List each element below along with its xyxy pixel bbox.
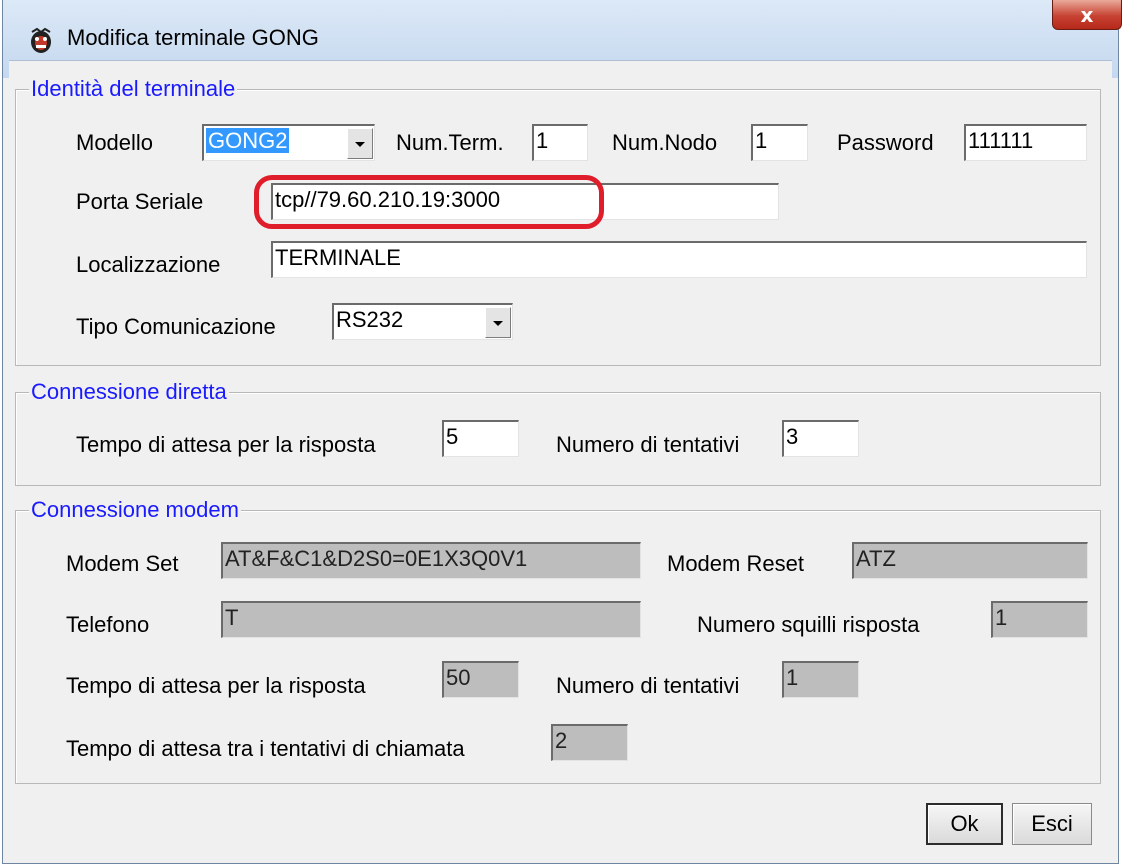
ok-button[interactable]: Ok [926, 803, 1003, 845]
comm-type-label: Tipo Comunicazione [76, 314, 276, 339]
modem-set-label: Modem Set [66, 551, 179, 576]
num-term-field[interactable]: 1 [532, 124, 588, 161]
model-label: Modello [76, 130, 154, 155]
location-label: Localizzazione [76, 252, 221, 277]
modem-reset-field[interactable]: ATZ [852, 542, 1088, 579]
model-select[interactable]: GONG2 [202, 124, 375, 161]
direct-wait-label: Tempo di attesa per la risposta [76, 432, 376, 457]
retry-wait-field[interactable]: 2 [551, 724, 628, 761]
exit-button[interactable]: Esci [1012, 803, 1092, 845]
modem-wait-label: Tempo di attesa per la risposta [66, 673, 366, 698]
close-button[interactable]: x [1052, 0, 1122, 30]
modem-attempts-label: Numero di tentativi [556, 673, 740, 698]
phone-field[interactable]: T [221, 601, 641, 638]
chevron-down-icon[interactable] [347, 128, 373, 159]
chevron-down-icon[interactable] [485, 307, 511, 338]
password-field[interactable]: 111111 [964, 124, 1087, 161]
comm-type-value: RS232 [336, 307, 404, 332]
comm-type-select[interactable]: RS232 [332, 303, 513, 340]
window-title: Modifica terminale GONG [67, 25, 319, 50]
modem-connection-legend: Connessione modem [29, 497, 241, 523]
app-icon [31, 27, 51, 53]
rings-label: Numero squilli risposta [697, 612, 920, 637]
modem-attempts-field[interactable]: 1 [782, 661, 859, 698]
direct-wait-field[interactable]: 5 [442, 420, 519, 457]
dialog-body: Identità del terminale Modello GONG2 Num… [9, 60, 1112, 859]
password-label: Password [837, 130, 934, 155]
serial-port-label: Porta Seriale [76, 189, 204, 214]
direct-attempts-field[interactable]: 3 [782, 420, 859, 457]
model-value: GONG2 [206, 128, 290, 153]
num-nodo-label: Num.Nodo [612, 130, 718, 155]
direct-connection-legend: Connessione diretta [29, 379, 229, 405]
serial-port-field[interactable]: tcp//79.60.210.19:3000 [271, 183, 779, 220]
identity-legend: Identità del terminale [29, 76, 238, 102]
modem-wait-field[interactable]: 50 [442, 661, 519, 698]
rings-field[interactable]: 1 [991, 601, 1088, 638]
num-nodo-field[interactable]: 1 [751, 124, 808, 161]
close-icon: x [1080, 2, 1094, 27]
location-field[interactable]: TERMINALE [271, 241, 1087, 278]
num-term-label: Num.Term. [396, 130, 504, 155]
modem-reset-label: Modem Reset [667, 551, 804, 576]
direct-attempts-label: Numero di tentativi [556, 432, 740, 457]
modem-set-field[interactable]: AT&F&C1&D2S0=0E1X3Q0V1 [221, 542, 641, 579]
phone-label: Telefono [66, 612, 150, 637]
dialog-window: Modifica terminale GONG x Identità del t… [2, 0, 1122, 864]
retry-wait-label: Tempo di attesa tra i tentativi di chiam… [66, 736, 465, 761]
